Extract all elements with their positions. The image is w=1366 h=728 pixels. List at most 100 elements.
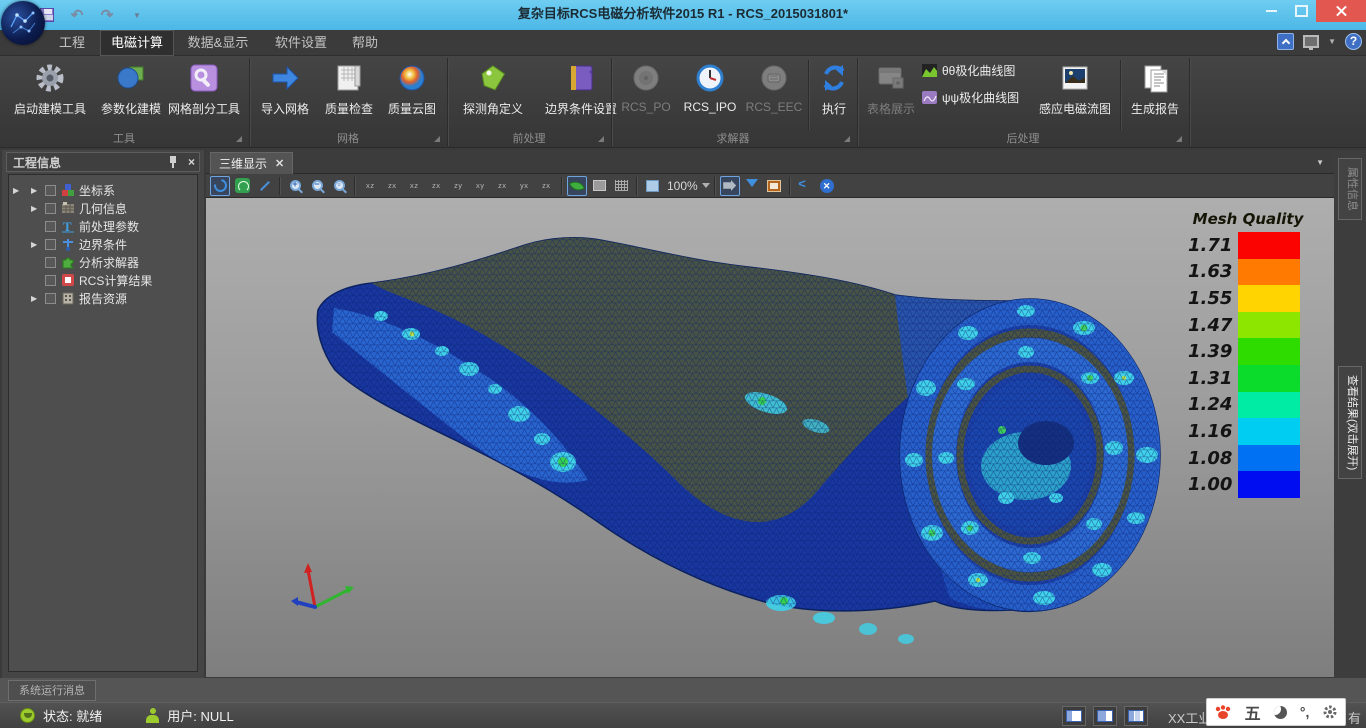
checkbox[interactable] [45,221,56,232]
image-save-button[interactable] [764,176,784,196]
probe-angle-button[interactable]: 探测角定义 [452,58,534,128]
checkbox[interactable] [45,185,56,196]
project-panel-header[interactable]: 工程信息 × [6,152,200,172]
checkbox[interactable] [45,257,56,268]
view-orientation-button[interactable]: xy [470,176,490,196]
mesh-partition-button[interactable]: 网格剖分工具 [164,58,244,128]
snapshot-button[interactable] [720,176,740,196]
view-orientation-button[interactable]: zx [426,176,446,196]
wireframe-mode-button[interactable] [611,176,631,196]
rcs-ipo-button[interactable]: RCS_IPO [678,58,742,128]
button-label: 参数化建模 [101,100,161,117]
expand-arrow-icon[interactable]: ▶ [13,186,19,195]
view-orientation-button[interactable]: xz [360,176,380,196]
app-logo-icon[interactable] [1,1,45,45]
collapse-ribbon-button[interactable] [1277,33,1294,50]
expand-arrow-icon[interactable]: ▶ [31,294,37,303]
zoom-in-button[interactable]: + [285,176,305,196]
properties-tab[interactable]: 属性信息 [1338,158,1362,220]
share-flow-button[interactable] [795,176,815,196]
display-style-button[interactable] [1303,35,1319,48]
project-panel: 工程信息 × ▶ ▶ 坐标系 ▶ 几何信息 T [2,150,204,678]
view-orientation-button[interactable]: yx [514,176,534,196]
close-icon[interactable]: ✕ [275,154,284,174]
expand-arrow-icon[interactable]: ▶ [31,186,37,195]
view-orientation-button[interactable]: xz [404,176,424,196]
layout-left-panel-button[interactable] [1062,706,1086,726]
import-mesh-button[interactable]: 导入网格 [253,58,317,128]
shaded-mode-button[interactable] [567,176,587,196]
induced-current-button[interactable]: 感应电磁流图 [1032,58,1118,128]
maximize-button[interactable] [1286,0,1316,22]
layout-columns-button[interactable] [1124,706,1148,726]
chevron-down-icon[interactable]: ▼ [1316,158,1324,167]
ime-gear-icon[interactable] [1322,704,1338,720]
ime-paw-icon[interactable] [1214,704,1232,720]
group-expand-icon[interactable] [1176,136,1182,142]
tab-em-compute[interactable]: 电磁计算 [100,30,174,56]
export-down-button[interactable] [742,176,762,196]
close-icon[interactable]: × [188,155,195,169]
tree-item-preprocess-params[interactable]: T 前处理参数 [9,217,197,235]
checkbox[interactable] [45,203,56,214]
group-expand-icon[interactable] [598,136,604,142]
group-expand-icon[interactable] [844,136,850,142]
flat-mode-button[interactable] [589,176,609,196]
zoom-level-icon-button[interactable] [642,176,662,196]
results-tab[interactable]: 查看结果(双击展开) [1338,366,1362,479]
chevron-down-icon[interactable] [702,183,710,192]
axis-view-icon: xz [366,182,374,190]
expand-arrow-icon[interactable]: ▶ [31,240,37,249]
quality-cloud-button[interactable]: 质量云图 [382,58,442,128]
help-button[interactable]: ? [1345,33,1362,50]
tree-item-label: 报告资源 [79,290,127,307]
tree-item-geometry-info[interactable]: ▶ 几何信息 [9,199,197,217]
tree-item-boundary-condition[interactable]: ▶ 边界条件 [9,235,197,253]
minimize-button[interactable] [1256,0,1286,22]
refresh-view-button[interactable] [232,176,252,196]
tab-3d-display[interactable]: 三维显示 ✕ [210,152,293,174]
start-modeling-button[interactable]: 启动建模工具 [4,58,96,128]
group-expand-icon[interactable] [236,136,242,142]
tab-help[interactable]: 帮助 [340,30,390,56]
view-orientation-button[interactable]: zy [448,176,468,196]
boundary-condition-button[interactable]: 边界条件设置 [534,58,628,128]
rotate-view-button[interactable] [210,176,230,196]
view-orientation-button[interactable]: zx [536,176,556,196]
zoom-level-value[interactable]: 100% [667,179,698,193]
ime-punctuation-button[interactable]: °, [1300,704,1310,720]
tab-data-display[interactable]: 数据&显示 [176,30,260,56]
psi-polarization-curve-button[interactable]: ψψ极化曲线图 [922,89,1030,106]
view-orientation-button[interactable]: zx [492,176,512,196]
ime-moon-icon[interactable] [1274,706,1287,719]
checkbox[interactable] [45,239,56,250]
view-orientation-button[interactable]: zx [382,176,402,196]
tree-item-report-resources[interactable]: ▶ 报告资源 [9,289,197,307]
checkbox[interactable] [45,275,56,286]
tree-item-solver[interactable]: 分析求解器 [9,253,197,271]
tree-item-coordinate-system[interactable]: ▶ ▶ 坐标系 [9,181,197,199]
parametric-modeling-button[interactable]: 参数化建模 [98,58,164,128]
zoom-out-button[interactable]: − [307,176,327,196]
expand-arrow-icon[interactable]: ▶ [31,204,37,213]
group-expand-icon[interactable] [434,136,440,142]
tab-project[interactable]: 工程 [46,30,98,56]
checkbox[interactable] [45,293,56,304]
ime-mode-button[interactable]: 五 [1245,700,1261,724]
theta-polarization-curve-button[interactable]: θθ极化曲线图 [922,62,1030,79]
layout-split-button[interactable] [1093,706,1117,726]
chevron-down-icon[interactable]: ▼ [1328,37,1336,46]
close-button[interactable] [1316,0,1366,22]
tab-settings[interactable]: 软件设置 [264,30,338,56]
pan-resize-button[interactable] [254,176,274,196]
render-canvas[interactable]: Mesh Quality 1.71 1.63 1.55 1.47 1.39 1.… [206,198,1334,677]
generate-report-button[interactable]: 生成报告 [1124,58,1186,128]
execute-button[interactable]: 执行 [812,58,856,128]
quality-check-button[interactable]: 质量检查 [318,58,380,128]
clear-view-button[interactable]: ✕ [817,176,837,196]
pin-icon[interactable] [168,155,178,169]
tree-item-rcs-results[interactable]: RCS计算结果 [9,271,197,289]
zoom-fit-button[interactable]: ▫ [329,176,349,196]
message-tab-strip: 系统运行消息 [0,678,1366,702]
system-message-tab[interactable]: 系统运行消息 [8,680,96,701]
